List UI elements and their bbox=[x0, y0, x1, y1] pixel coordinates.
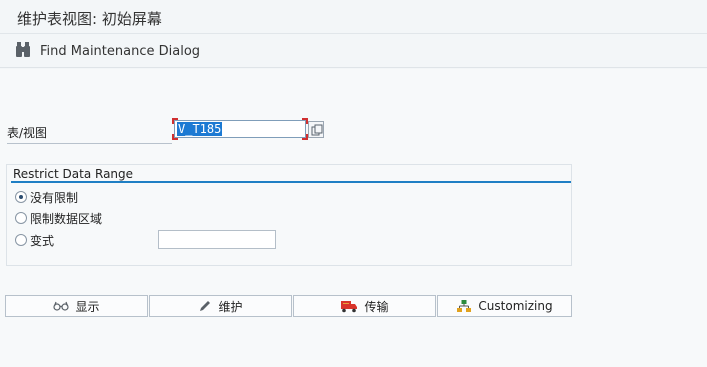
hierarchy-icon bbox=[456, 299, 472, 313]
radio-label: 没有限制 bbox=[30, 190, 79, 205]
restrict-data-range-group: Restrict Data Range 没有限制 限制数据区域 变式 bbox=[6, 164, 572, 266]
radio-label: 限制数据区域 bbox=[30, 211, 103, 226]
find-maintenance-dialog-button[interactable]: Find Maintenance Dialog bbox=[14, 40, 200, 62]
application-toolbar: Find Maintenance Dialog bbox=[0, 34, 707, 68]
radio-button-checked[interactable] bbox=[15, 191, 27, 203]
table-view-value: V_T185 bbox=[177, 122, 223, 136]
variant-input[interactable] bbox=[158, 230, 276, 249]
customizing-label: Customizing bbox=[478, 299, 553, 313]
table-view-label: 表/视图 bbox=[7, 124, 172, 144]
transport-button[interactable]: 传输 bbox=[293, 295, 436, 317]
pencil-icon bbox=[198, 299, 212, 313]
radio-label: 变式 bbox=[30, 233, 55, 248]
window-title: 维护表视图: 初始屏幕 bbox=[17, 10, 162, 28]
binoculars-icon bbox=[14, 41, 34, 62]
table-view-input[interactable]: V_T185 bbox=[174, 120, 306, 138]
maintain-label: 维护 bbox=[218, 299, 243, 314]
maintain-button[interactable]: 维护 bbox=[149, 295, 292, 317]
table-view-field[interactable]: V_T185 bbox=[172, 118, 308, 140]
radio-button[interactable] bbox=[15, 234, 27, 246]
display-label: 显示 bbox=[75, 299, 100, 314]
radio-button[interactable] bbox=[15, 212, 27, 224]
value-help-button[interactable] bbox=[308, 121, 324, 138]
transport-label: 传输 bbox=[364, 299, 389, 314]
group-title: Restrict Data Range bbox=[13, 167, 134, 181]
customizing-button[interactable]: Customizing bbox=[437, 295, 572, 317]
radio-no-restriction[interactable]: 没有限制 bbox=[15, 189, 78, 205]
glasses-icon bbox=[53, 300, 70, 312]
display-button[interactable]: 显示 bbox=[5, 295, 148, 317]
truck-icon bbox=[340, 299, 358, 313]
copy-icon bbox=[311, 124, 323, 136]
title-bar: 维护表视图: 初始屏幕 bbox=[0, 0, 707, 34]
radio-variant[interactable]: 变式 bbox=[15, 232, 54, 248]
radio-restrict-data-area[interactable]: 限制数据区域 bbox=[15, 210, 102, 226]
group-divider bbox=[11, 181, 571, 183]
find-maintenance-dialog-label: Find Maintenance Dialog bbox=[40, 43, 201, 59]
